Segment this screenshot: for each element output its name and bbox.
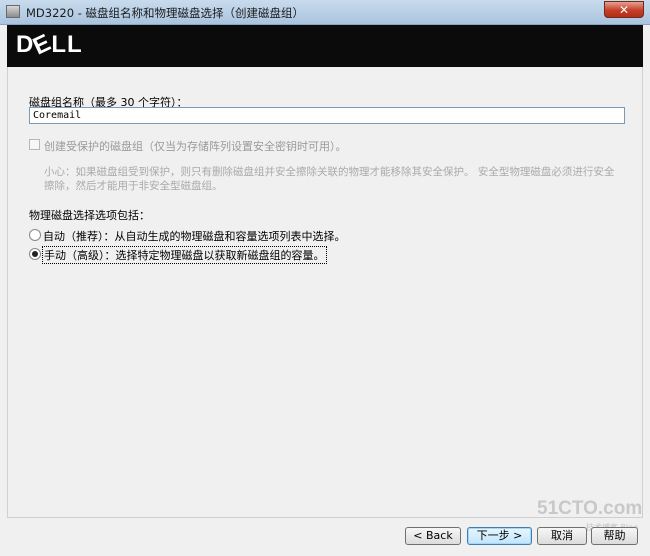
window-title: MD3220 - 磁盘组名称和物理磁盘选择（创建磁盘组）	[26, 6, 305, 20]
radio-manual-label[interactable]: 手动（高级）：选择特定物理磁盘以获取新磁盘组的容量。	[42, 246, 327, 264]
radio-automatic-label[interactable]: 自动（推荐）：从自动生成的物理磁盘和容量选项列表中选择。	[43, 228, 346, 244]
app-icon	[6, 5, 20, 18]
radio-automatic[interactable]	[29, 229, 41, 241]
title-bar: MD3220 - 磁盘组名称和物理磁盘选择（创建磁盘组） ✕	[0, 0, 650, 25]
help-button[interactable]: 帮助	[591, 527, 638, 545]
selection-heading: 物理磁盘选择选项包括：	[29, 209, 150, 222]
disk-group-name-input[interactable]	[29, 107, 625, 124]
radio-selected-dot	[32, 251, 38, 257]
radio-manual[interactable]	[29, 248, 41, 260]
secure-caution-note: 小心：如果磁盘组受到保护，则只有删除磁盘组并安全擦除关联的物理才能移除其安全保护…	[44, 166, 615, 192]
dell-banner: DELL	[7, 25, 643, 67]
wizard-content	[7, 67, 643, 517]
cancel-button[interactable]: 取消	[537, 527, 587, 545]
dell-logo: DELL	[16, 28, 83, 61]
secure-disk-group-checkbox[interactable]	[29, 139, 40, 150]
next-button[interactable]: 下一步 >	[467, 527, 532, 545]
close-icon: ✕	[618, 3, 630, 17]
back-button[interactable]: < Back	[405, 527, 461, 545]
watermark-logo: 51CTO.com	[537, 498, 643, 519]
secure-disk-group-label: 创建受保护的磁盘组（仅当为存储阵列设置安全密钥时可用）。	[44, 140, 347, 153]
close-button[interactable]: ✕	[604, 1, 644, 18]
